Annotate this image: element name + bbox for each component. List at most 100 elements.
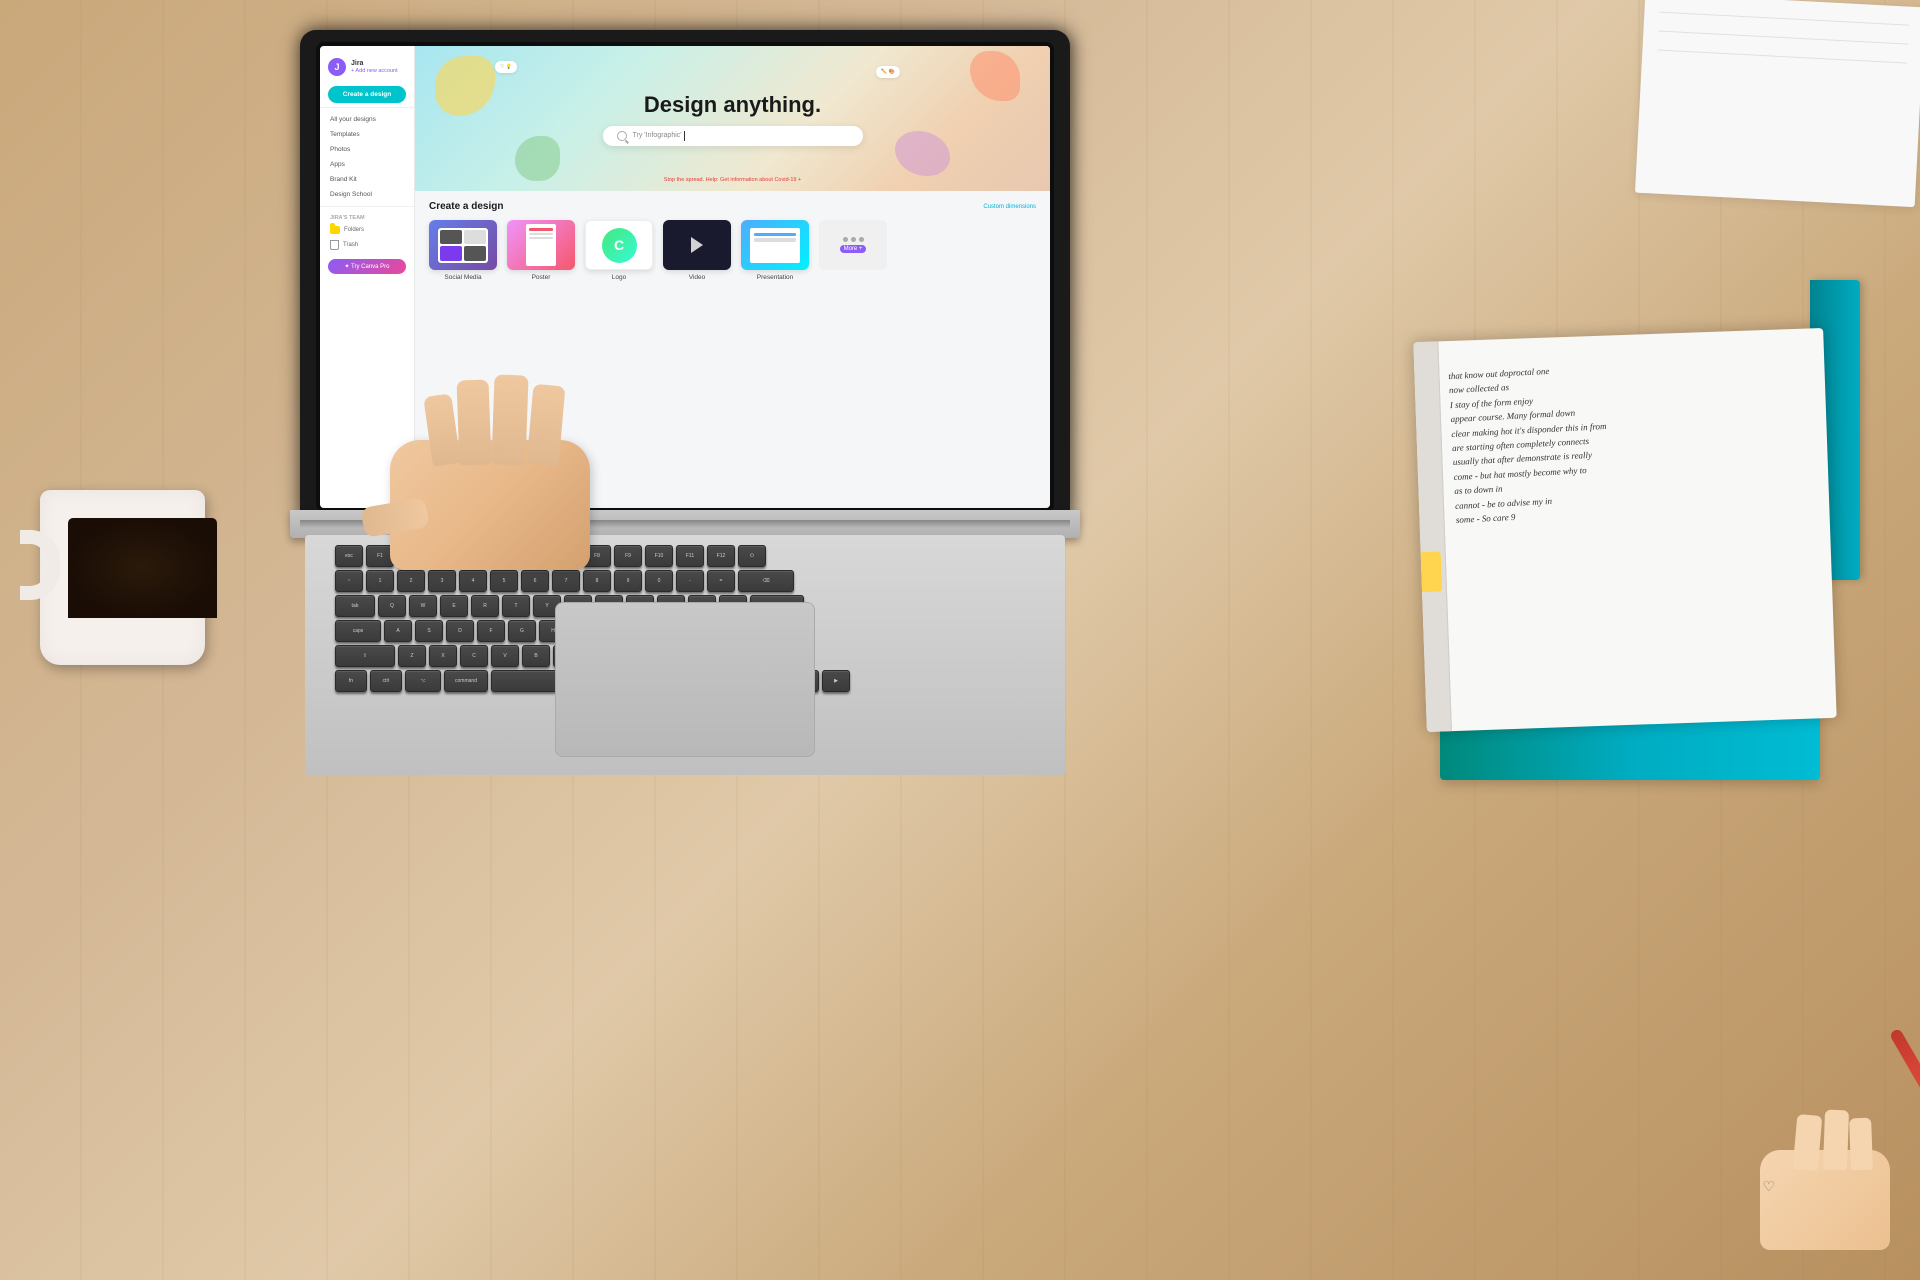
try-pro-button[interactable]: ✦ Try Canva Pro [328, 259, 406, 274]
key-backspace[interactable]: ⌫ [738, 570, 794, 592]
key-c[interactable]: C [460, 645, 488, 667]
social-media-thumb [429, 220, 497, 270]
sidebar-item-design-school[interactable]: Design School [320, 187, 414, 202]
design-types-row: Social Media [429, 220, 1036, 281]
poster-line1 [529, 228, 553, 231]
sidebar-folders[interactable]: Folders [320, 223, 414, 237]
key-7[interactable]: 7 [552, 570, 580, 592]
key-backtick[interactable]: ~ [335, 570, 363, 592]
typing-hand [330, 370, 710, 570]
presentation-thumb [741, 220, 809, 270]
paper-line [1658, 31, 1908, 45]
dot2 [851, 237, 856, 242]
key-9[interactable]: 9 [614, 570, 642, 592]
play-icon [691, 237, 703, 253]
design-type-more[interactable]: More + [819, 220, 887, 281]
create-design-button[interactable]: Create a design [328, 86, 406, 103]
key-1[interactable]: 1 [366, 570, 394, 592]
thumb [360, 497, 429, 538]
blob4 [895, 131, 950, 176]
trackpad[interactable] [555, 602, 815, 757]
design-type-video[interactable]: Video [663, 220, 731, 281]
custom-dimensions-link[interactable]: Custom dimensions [983, 204, 1036, 210]
key-0[interactable]: 0 [645, 570, 673, 592]
key-tab[interactable]: tab [335, 595, 375, 617]
key-z[interactable]: Z [398, 645, 426, 667]
key-caps[interactable]: caps [335, 620, 381, 642]
key-ctrl[interactable]: ctrl [370, 670, 402, 692]
key-fn-bottom[interactable]: fn [335, 670, 367, 692]
paper-line [1659, 12, 1909, 26]
divider [320, 107, 414, 108]
create-section-header: Create a design Custom dimensions [429, 201, 1036, 212]
sidebar-user-section: J Jira + Add new account [320, 54, 414, 82]
pres-line1 [754, 233, 796, 236]
design-type-poster[interactable]: Poster [507, 220, 575, 281]
mug-coffee [68, 518, 217, 618]
key-right[interactable]: ▶ [822, 670, 850, 692]
finger-ring [457, 379, 492, 465]
key-equals[interactable]: = [707, 570, 735, 592]
key-r[interactable]: R [471, 595, 499, 617]
key-5[interactable]: 5 [490, 570, 518, 592]
key-a[interactable]: A [384, 620, 412, 642]
sidebar-item-templates[interactable]: Templates [320, 127, 414, 142]
design-type-logo[interactable]: C Logo [585, 220, 653, 281]
key-f12[interactable]: F12 [707, 545, 735, 567]
white-notebook: that know out doproctal one now collecte… [1413, 328, 1836, 732]
notebook-stack: that know out doproctal one now collecte… [1420, 260, 1840, 780]
sidebar-item-all-designs[interactable]: All your designs [320, 112, 414, 127]
key-d[interactable]: D [446, 620, 474, 642]
right-finger1 [1793, 1114, 1823, 1171]
key-q[interactable]: Q [378, 595, 406, 617]
key-4[interactable]: 4 [459, 570, 487, 592]
sidebar-item-apps[interactable]: Apps [320, 157, 414, 172]
key-shift-left[interactable]: ⇧ [335, 645, 395, 667]
pres-line3 [754, 240, 796, 242]
social-media-label: Social Media [444, 274, 481, 281]
key-e[interactable]: E [440, 595, 468, 617]
hero-search-bar[interactable]: Try 'Infographic' [603, 126, 863, 146]
key-2[interactable]: 2 [397, 570, 425, 592]
cell1 [440, 230, 462, 245]
social-thumb-inner [438, 228, 488, 263]
cell3 [440, 246, 462, 261]
laptop-keyboard-area: esc F1 F2 F3 F4 F5 F6 F7 F8 F9 F10 F11 F… [305, 535, 1065, 775]
key-t[interactable]: T [502, 595, 530, 617]
key-alt-left[interactable]: ⌥ [405, 670, 441, 692]
key-3[interactable]: 3 [428, 570, 456, 592]
coffee-mug [20, 470, 220, 680]
key-8[interactable]: 8 [583, 570, 611, 592]
speech-bubble-1: ♡ 💡 [495, 61, 517, 73]
create-section: Create a design Custom dimensions [415, 191, 1050, 287]
add-account-link[interactable]: + Add new account [351, 68, 398, 74]
covid-notice[interactable]: Stop the spread. Help: Get information a… [664, 177, 801, 183]
key-x[interactable]: X [429, 645, 457, 667]
more-button[interactable]: More + [819, 220, 887, 270]
key-minus[interactable]: - [676, 570, 704, 592]
key-s[interactable]: S [415, 620, 443, 642]
key-f[interactable]: F [477, 620, 505, 642]
key-power[interactable]: ⏻ [738, 545, 766, 567]
key-6[interactable]: 6 [521, 570, 549, 592]
user-avatar: J [328, 58, 346, 76]
paper-top-right [1635, 0, 1920, 207]
sidebar-trash[interactable]: Trash [320, 237, 414, 253]
heart-tattoo: ♡ [1762, 1178, 1775, 1195]
key-v[interactable]: V [491, 645, 519, 667]
blob3 [515, 136, 560, 181]
video-thumb [663, 220, 731, 270]
key-cmd-left[interactable]: command [444, 670, 488, 692]
hand-palm [390, 440, 590, 570]
sidebar-item-brand-kit[interactable]: Brand Kit [320, 172, 414, 187]
user-info: Jira + Add new account [351, 60, 398, 74]
design-type-social[interactable]: Social Media [429, 220, 497, 281]
key-b[interactable]: B [522, 645, 550, 667]
sidebar-item-photos[interactable]: Photos [320, 142, 414, 157]
design-type-presentation[interactable]: Presentation [741, 220, 809, 281]
hero-illustrations: ♡ 💡 ✏️ 🎨 [415, 46, 1050, 191]
key-g[interactable]: G [508, 620, 536, 642]
finger-index [527, 384, 566, 466]
key-w[interactable]: W [409, 595, 437, 617]
hero-title: Design anything. [644, 92, 821, 118]
